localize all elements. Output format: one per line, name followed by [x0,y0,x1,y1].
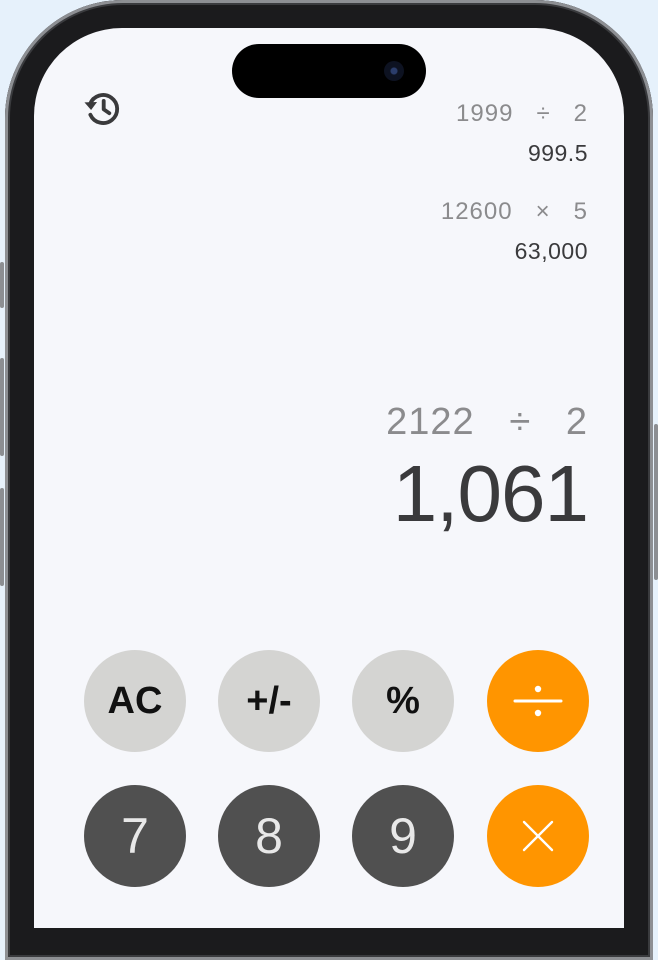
history-button[interactable] [80,86,126,132]
history-icon [84,93,120,125]
history-entry[interactable]: 12600 × 5 63,000 [441,198,588,265]
dynamic-island [232,44,426,98]
ac-button[interactable]: AC [84,650,186,752]
power-button [654,424,658,580]
digit-7-button[interactable]: 7 [84,785,186,887]
calculator-screen: 1999 ÷ 2 999.5 12600 × 5 63,000 2122 ÷ 2… [34,28,624,928]
history-result: 63,000 [514,238,588,264]
history-expression: 12600 × 5 [440,198,588,225]
action-button [0,262,4,308]
camera-icon [384,61,404,81]
multiply-button[interactable] [487,785,589,887]
percent-button[interactable]: % [352,650,454,752]
history-entry[interactable]: 1999 ÷ 2 999.5 [456,100,588,167]
divide-button[interactable] [487,650,589,752]
digit-8-button[interactable]: 8 [218,785,320,887]
digit-9-button[interactable]: 9 [352,785,454,887]
multiply-icon [522,820,554,852]
volume-down-button [0,488,4,586]
current-calculation: 2122 ÷ 2 1,061 [386,401,589,538]
history-result: 999.5 [527,140,588,166]
history-expression: 1999 ÷ 2 [456,100,588,127]
current-expression: 2122 ÷ 2 [386,401,588,443]
current-result: 1,061 [392,449,589,538]
plus-minus-button[interactable]: +/- [218,650,320,752]
divide-icon [513,685,563,717]
volume-up-button [0,358,4,456]
